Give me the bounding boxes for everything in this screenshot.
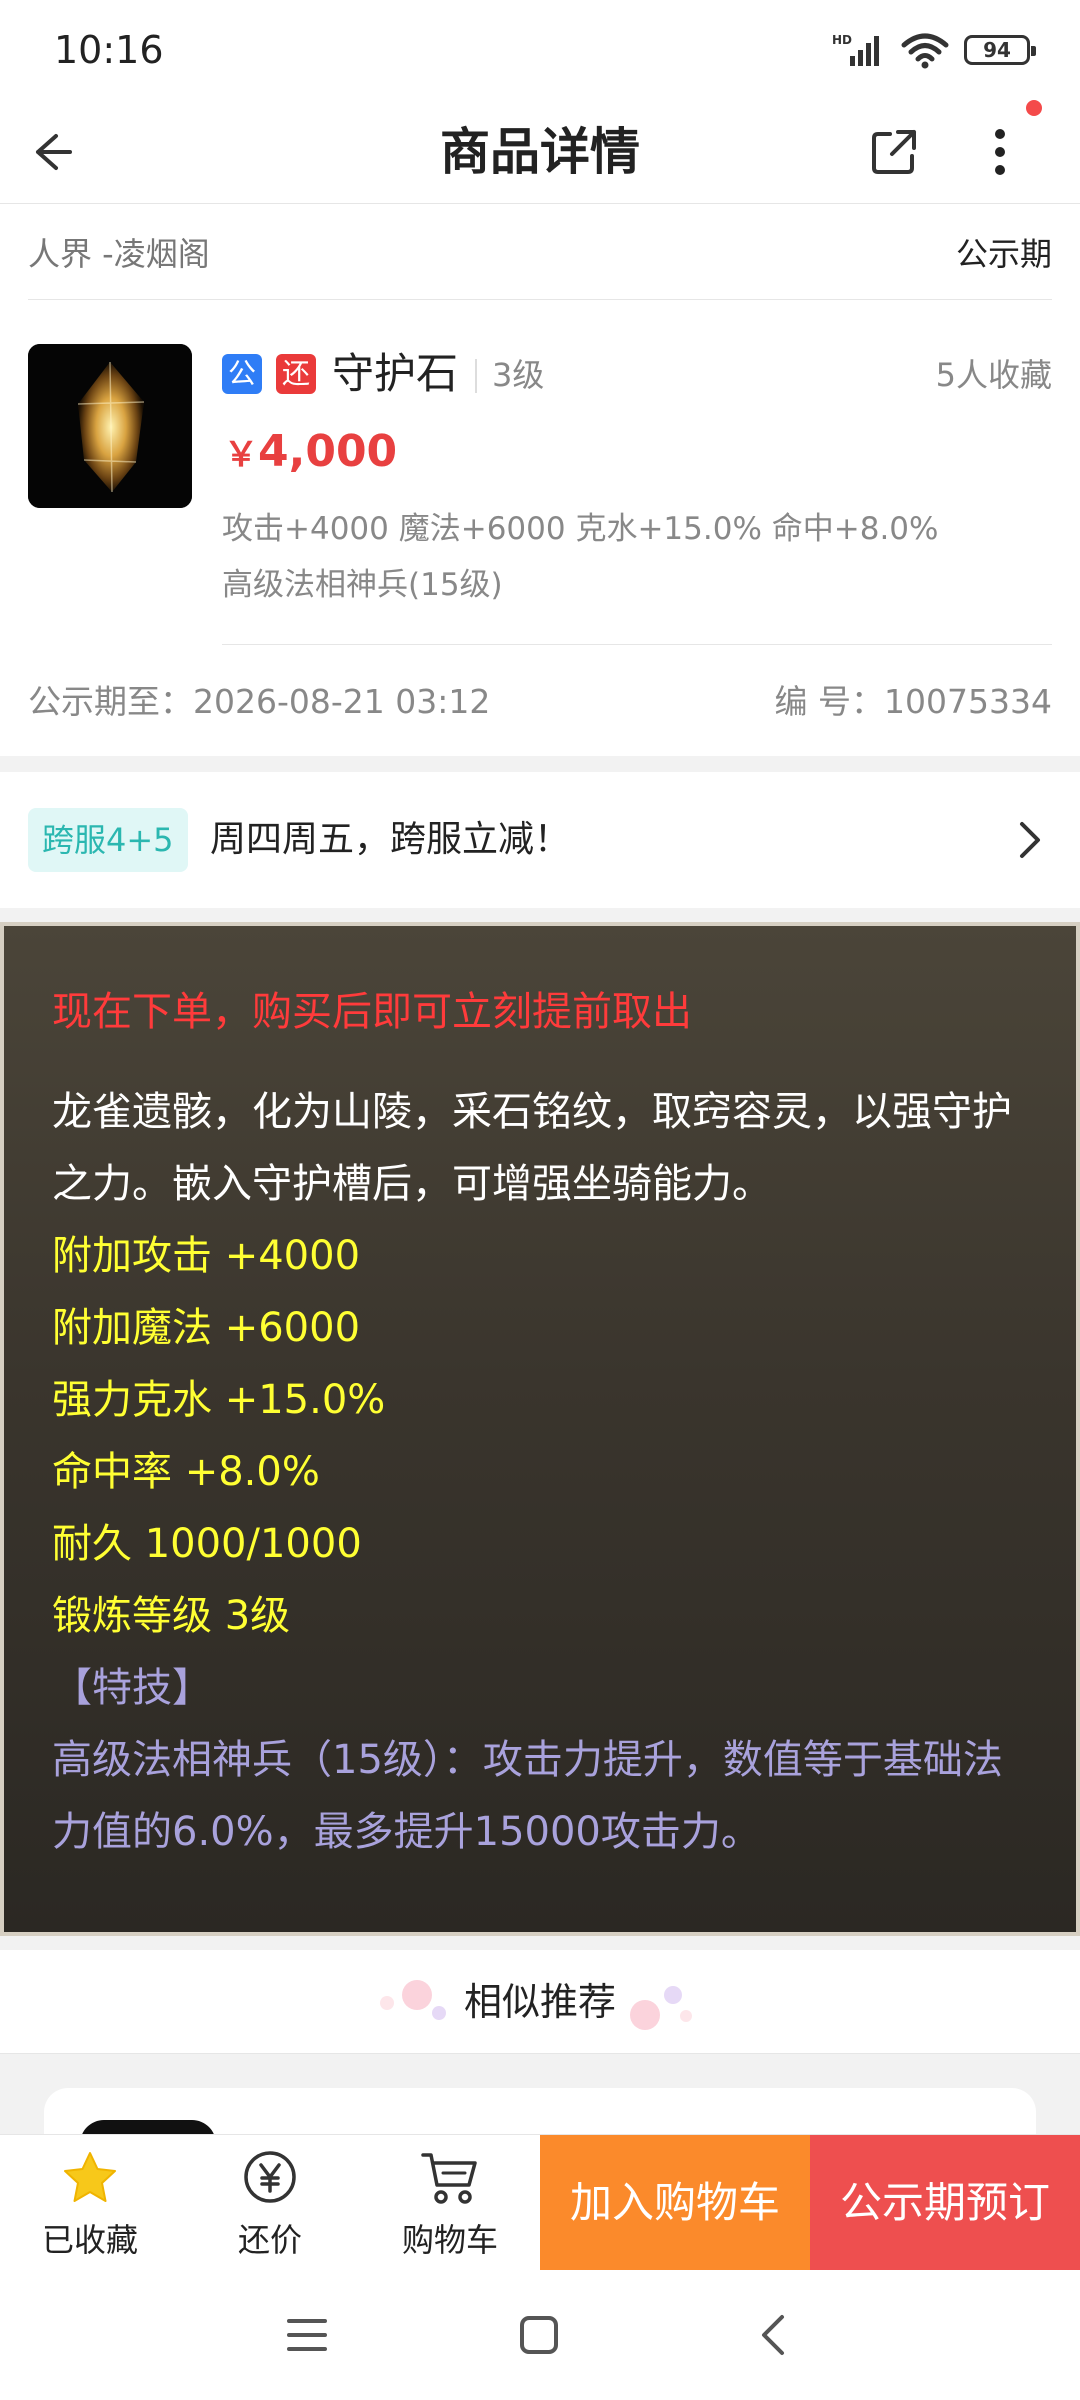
similar-title: 相似推荐 <box>463 1980 616 2024</box>
decor-bubble <box>630 2000 660 2030</box>
add-to-cart-button[interactable]: 加入购物车 <box>540 2135 810 2271</box>
promo-badge: 跨服4+5 <box>28 808 188 872</box>
item-description: 现在下单，购买后即可立刻提前取出 龙雀遗骸，化为山陵，采石铭纹，取窍容灵，以强守… <box>0 922 1080 1936</box>
public-tag: 公 <box>222 354 262 394</box>
item-name: 守护石 <box>332 349 459 398</box>
item-level: 3级 <box>492 356 545 394</box>
serial-number: 编 号：10075334 <box>774 682 1052 721</box>
stat-line: 耐久 1000/1000 <box>52 1521 362 1567</box>
cart-button[interactable]: 购物车 <box>370 2135 530 2271</box>
favorite-count: 5人收藏 <box>935 356 1052 394</box>
public-until: 公示期至：2026-08-21 03:12 <box>28 682 491 721</box>
svg-text:HD: HD <box>832 33 852 47</box>
special-text: 高级法相神兵（15级）：攻击力提升，数值等于基础法力值的6.0%，最多提升150… <box>52 1737 1003 1855</box>
name-separator <box>475 359 477 393</box>
star-icon <box>61 2149 119 2211</box>
pickup-notice: 现在下单，购买后即可立刻提前取出 <box>52 989 692 1035</box>
decor-bubble <box>664 1986 682 2004</box>
bargain-button[interactable]: 还价 <box>190 2135 350 2271</box>
server-name: 人界 -凌烟阁 <box>28 234 210 273</box>
stat-line: 附加魔法 +6000 <box>52 1305 361 1351</box>
special-header: 【特技】 <box>52 1665 212 1711</box>
item-price: ￥4,000 <box>224 422 397 485</box>
signal-icon: HD <box>832 32 886 68</box>
server-row: 人界 -凌烟阁 公示期 <box>28 204 1052 300</box>
favorite-label: 已收藏 <box>41 2221 138 2259</box>
promo-banner[interactable]: 跨服4+5 周四周五，跨服立减！ <box>0 772 1080 908</box>
wifi-icon <box>900 31 950 69</box>
stat-line: 锻炼等级 3级 <box>52 1593 291 1639</box>
bargain-label: 还价 <box>237 2221 302 2259</box>
stat-line: 附加攻击 +4000 <box>52 1233 361 1279</box>
currency-symbol: ￥ <box>224 435 258 475</box>
recommendation-list <box>0 2054 1080 2188</box>
cart-icon <box>419 2149 481 2211</box>
item-skill: 高级法相神兵(15级) <box>222 567 503 603</box>
notification-dot <box>1026 100 1042 116</box>
top-navigation-bar: 商品详情 <box>0 100 1080 204</box>
similar-section-header: 相似推荐 <box>0 1950 1080 2054</box>
system-navigation-bar <box>0 2270 1080 2400</box>
stat-line: 强力克水 +15.0% <box>52 1377 386 1423</box>
preorder-button[interactable]: 公示期预订 <box>810 2135 1080 2271</box>
status-icons: HD 94 <box>832 31 1036 69</box>
more-vertical-icon[interactable] <box>966 118 1034 186</box>
lore-text: 龙雀遗骸，化为山陵，采石铭纹，取窍容灵，以强守护之力。嵌入守护槽后，可增强坐骑能… <box>52 1089 1012 1207</box>
phase-status: 公示期 <box>955 234 1052 273</box>
battery-icon: 94 <box>964 35 1036 65</box>
decor-bubble <box>680 2010 692 2022</box>
stat-line: 命中率 +8.0% <box>52 1449 320 1495</box>
yen-coin-icon <box>242 2149 298 2209</box>
meta-row: 公示期至：2026-08-21 03:12 编 号：10075334 <box>28 669 1052 729</box>
back-nav-icon[interactable] <box>738 2300 808 2370</box>
cart-label: 购物车 <box>401 2221 498 2259</box>
item-card: 人界 -凌烟阁 公示期 公 还 守护石 3级 5人收藏 ￥4,000 攻击+40… <box>0 204 1080 756</box>
home-icon[interactable] <box>504 2300 574 2370</box>
item-image[interactable] <box>28 344 192 508</box>
bargain-tag: 还 <box>276 354 316 394</box>
share-icon[interactable] <box>860 118 928 186</box>
favorite-button[interactable]: 已收藏 <box>10 2135 170 2271</box>
divider <box>222 644 1052 645</box>
price-value: 4,000 <box>258 426 398 477</box>
bottom-action-bar: 已收藏 还价 购物车 加入购物车 公示期预订 <box>0 2134 1080 2271</box>
promo-text: 周四周五，跨服立减！ <box>210 819 571 860</box>
chevron-right-icon <box>1016 818 1044 866</box>
menu-icon[interactable] <box>272 2300 342 2370</box>
status-bar: 10:16 HD 94 <box>0 0 1080 100</box>
item-attributes: 攻击+4000 魔法+6000 克水+15.0% 命中+8.0% <box>222 511 939 547</box>
status-time: 10:16 <box>54 28 164 72</box>
